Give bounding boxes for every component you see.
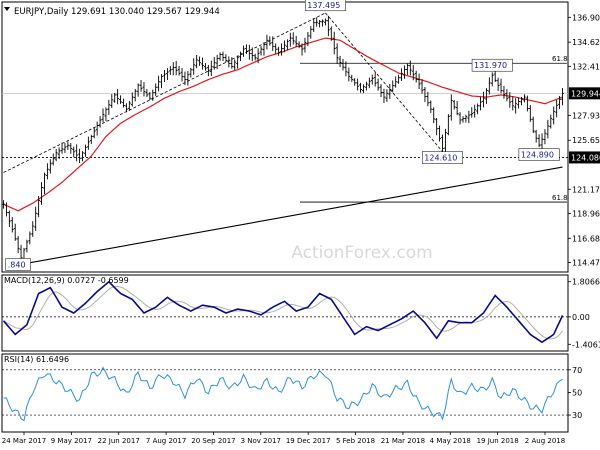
price-callout: .840 (5, 258, 31, 271)
x-tick-label: 2 Aug 2018 (525, 437, 565, 445)
y-tick-label: 114.475 (572, 258, 600, 267)
price-callout: 131.970 (471, 58, 513, 72)
x-tick-label: 5 Feb 2018 (336, 437, 375, 445)
y-tick-label: 30 (572, 411, 582, 420)
x-tick-label: 24 Mar 2017 (2, 437, 46, 445)
x-tick-label: 19 Jun 2018 (477, 437, 519, 445)
symbol-header: EURJPY,Daily 129.691 130.040 129.567 129… (14, 7, 220, 17)
x-tick-label: 20 Sep 2017 (191, 437, 235, 445)
y-tick-label: 136.900 (572, 13, 600, 22)
price-callout: 137.495 (304, 0, 346, 12)
fib-label: 61.8 (552, 55, 568, 63)
y-tick-label: 0.00 (572, 313, 590, 322)
x-tick-label: 22 Jun 2017 (98, 437, 140, 445)
price-callout-text: 131.970 (474, 61, 507, 70)
current-price-tag: 129.944 (569, 87, 600, 100)
price-callout: 124.610 (422, 151, 463, 164)
y-tick-label: 118.960 (572, 209, 600, 218)
forex-chart: EURJPY,Daily 129.691 130.040 129.567 129… (1, 0, 600, 445)
y-tick-label: 134.625 (572, 38, 600, 47)
price-callout-text: 137.495 (307, 1, 340, 10)
price-panel: EURJPY,Daily 129.691 130.040 129.567 129… (1, 0, 600, 273)
y-tick-label: -1.4061 (572, 340, 600, 349)
macd-label: MACD(12,26,9) 0.0727 -0.6599 (4, 276, 129, 285)
y-tick-label: 70 (572, 366, 582, 375)
rsi-label: RSI(14) 61.6496 (4, 355, 69, 364)
price-callout-text: 124.890 (521, 151, 554, 160)
current-price-tag-text: 129.944 (571, 89, 600, 98)
x-tick-label: 3 Nov 2017 (241, 437, 281, 445)
y-tick-label: 116.685 (572, 234, 600, 243)
price-panel-border (1, 1, 569, 273)
price-callout-text: 124.610 (424, 154, 457, 163)
fib-label: 61.8 (552, 194, 568, 202)
x-tick-label: 4 May 2018 (430, 437, 471, 445)
time-axis: 24 Mar 2017 9 May 2017 22 Jun 2017 7 Aug 20… (2, 432, 565, 445)
support-price-tag-text: 124.080 (571, 153, 600, 162)
y-tick-label: 121.170 (572, 185, 600, 194)
x-tick-label: 21 Mar 2018 (381, 437, 425, 445)
x-tick-label: 9 May 2017 (51, 437, 92, 445)
x-tick-label: 19 Dec 2017 (286, 437, 331, 445)
y-tick-label: 1.8066 (572, 278, 600, 287)
support-price-tag: 124.080 (569, 151, 600, 164)
price-callout-text: .840 (8, 260, 26, 269)
x-tick-label: 7 Aug 2017 (146, 437, 186, 445)
price-callout: 124.890 (518, 148, 560, 161)
rsi-panel-border (1, 353, 569, 433)
y-tick-label: 50 (572, 388, 582, 397)
y-tick-label: 132.415 (572, 62, 600, 71)
y-tick-label: 125.655 (572, 136, 600, 145)
y-tick-label: 127.930 (572, 111, 600, 120)
watermark: ActionForex.com (291, 243, 432, 263)
macd-panel: 1.8066 0.00 -1.4061 MACD(12,26,9) 0.0727 -… (1, 274, 600, 352)
rsi-panel: 70 50 30 RSI(14) 61.6496 (1, 353, 582, 433)
